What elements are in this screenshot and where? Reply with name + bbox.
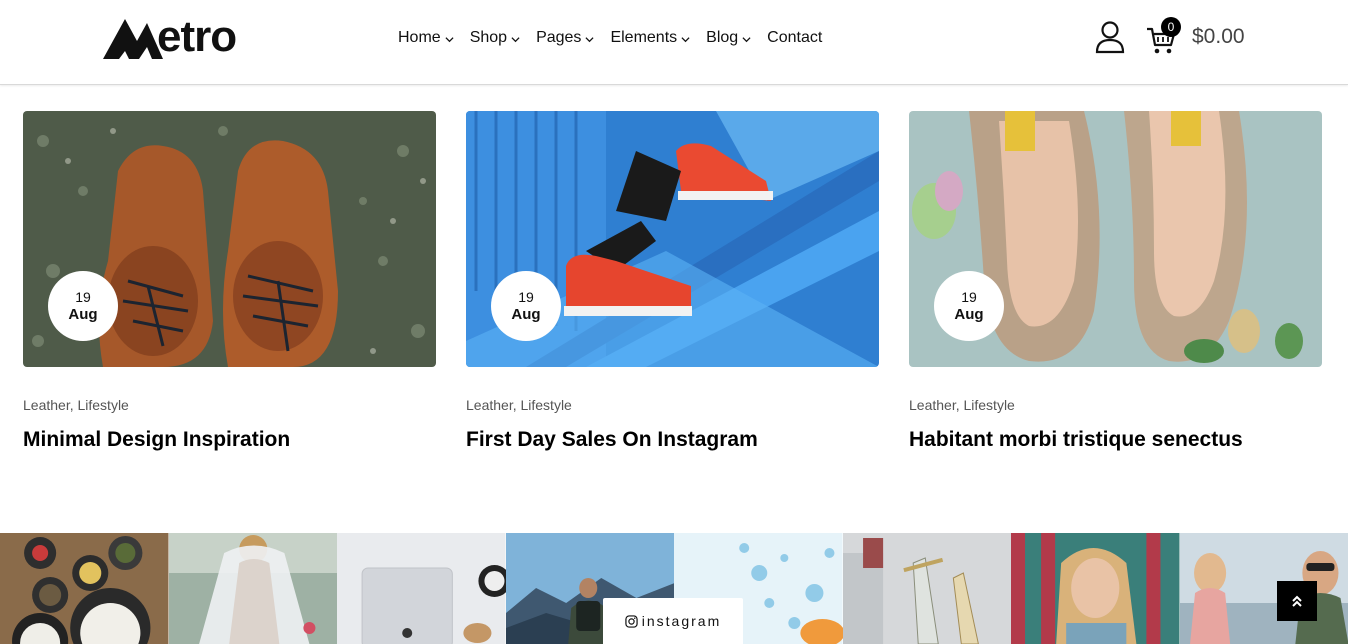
date-badge: 19 Aug (934, 271, 1004, 341)
chevron-down-icon (511, 36, 520, 42)
instagram-text: instagram (641, 613, 722, 629)
bride-veil-image (168, 533, 337, 644)
post-categories[interactable]: Leather, Lifestyle (466, 397, 879, 413)
instagram-tile[interactable] (842, 533, 1011, 644)
logo-text: etro (157, 12, 237, 61)
instagram-tile[interactable] (168, 533, 337, 644)
post-categories[interactable]: Leather, Lifestyle (909, 397, 1322, 413)
food-bowls-image (0, 533, 169, 644)
date-day: 19 (518, 289, 534, 305)
nav-elements[interactable]: Elements (610, 29, 690, 47)
nav-pages[interactable]: Pages (536, 29, 594, 47)
nav-shop[interactable]: Shop (470, 29, 520, 47)
chevron-down-icon (681, 36, 690, 42)
blog-post-card: 19 Aug Leather, Lifestyle First Day Sale… (466, 111, 879, 453)
double-chevron-up-icon (1292, 595, 1302, 607)
instagram-tile[interactable] (1179, 533, 1348, 644)
nav-label: Home (398, 29, 441, 46)
date-badge: 19 Aug (48, 271, 118, 341)
date-day: 19 (961, 289, 977, 305)
post-image[interactable]: 19 Aug (909, 111, 1322, 367)
nav-label: Blog (706, 29, 739, 46)
date-month: Aug (511, 306, 541, 323)
logo-m-icon (103, 19, 163, 59)
blog-post-card: 19 Aug Leather, Lifestyle Minimal Design… (23, 111, 436, 453)
date-badge: 19 Aug (491, 271, 561, 341)
laptop-desk-image (337, 533, 506, 644)
women-beach-image (1179, 533, 1348, 644)
date-month: Aug (68, 306, 98, 323)
blog-post-card: 19 Aug Leather, Lifestyle Habitant morbi… (909, 111, 1322, 453)
instagram-label[interactable]: instagram (603, 598, 743, 644)
chevron-down-icon (742, 36, 751, 42)
instagram-icon (625, 614, 638, 628)
nav-label: Shop (469, 29, 508, 46)
main-nav: Home Shop Pages Elements Blog Contact (398, 29, 838, 47)
post-image[interactable]: 19 Aug (23, 111, 436, 367)
date-day: 19 (75, 289, 91, 305)
nav-label: Contact (767, 29, 823, 46)
instagram-tile[interactable] (1011, 533, 1180, 644)
scroll-to-top-button[interactable] (1277, 581, 1317, 621)
chevron-down-icon (445, 36, 454, 42)
nav-label: Elements (610, 29, 678, 46)
logo[interactable]: etro (103, 12, 237, 62)
cart-count-badge: 0 (1161, 17, 1181, 37)
post-categories[interactable]: Leather, Lifestyle (23, 397, 436, 413)
cart-total[interactable]: $0.00 (1192, 25, 1245, 49)
instagram-tile[interactable] (337, 533, 506, 644)
post-image[interactable]: 19 Aug (466, 111, 879, 367)
nav-blog[interactable]: Blog (706, 29, 751, 47)
date-month: Aug (954, 306, 984, 323)
user-icon[interactable] (1094, 20, 1126, 54)
nav-contact[interactable]: Contact (767, 29, 822, 47)
chevron-down-icon (585, 36, 594, 42)
nav-home[interactable]: Home (398, 29, 454, 47)
post-title[interactable]: Minimal Design Inspiration (23, 427, 436, 453)
glass-vials-image (842, 533, 1011, 644)
post-title[interactable]: First Day Sales On Instagram (466, 427, 879, 453)
cart-button[interactable]: 0 (1146, 17, 1181, 54)
post-title[interactable]: Habitant morbi tristique senectus (909, 427, 1322, 453)
nav-label: Pages (536, 29, 582, 46)
header-actions: 0 $0.00 (1094, 17, 1245, 54)
woman-portrait-image (1011, 533, 1180, 644)
instagram-tile[interactable] (0, 533, 169, 644)
site-header: etro Home Shop Pages Elements Blog Conta… (0, 0, 1348, 85)
